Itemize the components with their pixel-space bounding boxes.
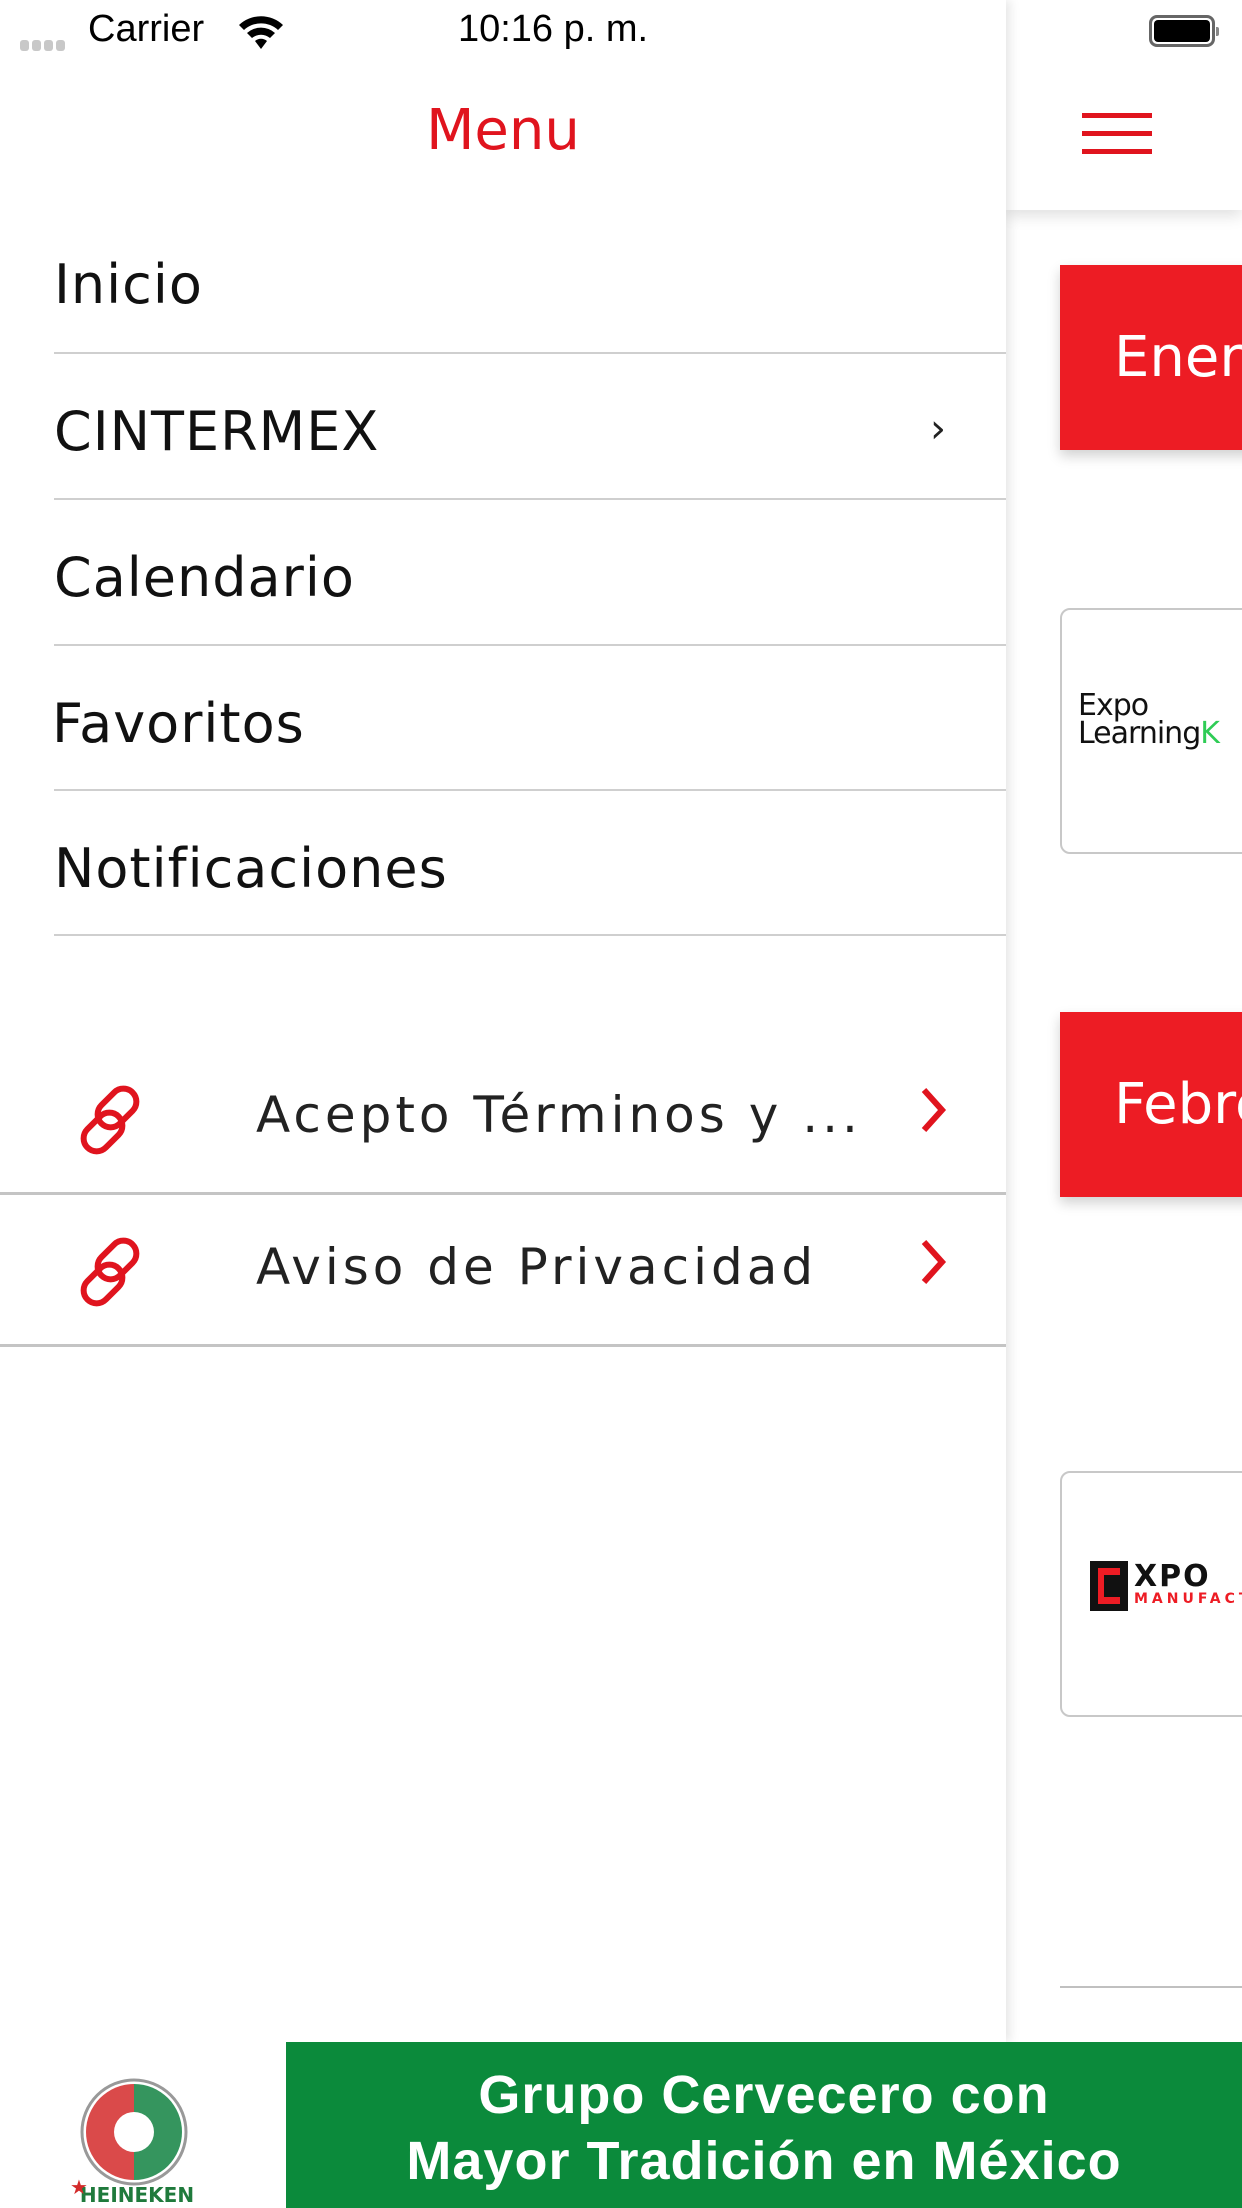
ad-banner: HEINEKEN ★ Grupo Cervecero con Mayor Tra… [0, 2042, 1242, 2208]
svg-text:★: ★ [70, 2175, 88, 2199]
clock: 10:16 p. m. [457, 8, 649, 50]
menu-item-inicio[interactable]: Inicio [54, 207, 1006, 353]
link-terms[interactable]: Acepto Términos y ... [0, 1042, 1006, 1192]
svg-text:HEINEKEN: HEINEKEN [80, 2183, 194, 2207]
hamburger-menu-button[interactable] [1082, 113, 1152, 155]
month-header-febrero: Febrero [1060, 1012, 1242, 1197]
divider [54, 934, 1006, 936]
menu-item-cintermex[interactable]: CINTERMEX › [54, 354, 1006, 500]
event-card-expo-manufactura[interactable]: XPO MANUFACTURA [1060, 1471, 1242, 1717]
hamburger-icon [1082, 113, 1152, 118]
chevron-right-icon [921, 1239, 947, 1285]
event-logo: XPO MANUFACTURA [1090, 1559, 1242, 1613]
event-card-expo-learning[interactable]: Expo LearningK [1060, 608, 1242, 854]
menu-item-calendario[interactable]: Calendario [54, 500, 1006, 646]
status-bar: Carrier 10:16 p. m. [0, 0, 1242, 62]
side-drawer: Menu Inicio CINTERMEX › Calendario Favor… [0, 0, 1006, 2042]
chevron-right-icon [921, 1087, 947, 1133]
menu-item-favoritos[interactable]: Favoritos [52, 646, 1006, 792]
link-icon [80, 1237, 140, 1307]
event-logo: Expo LearningK [1078, 688, 1220, 751]
month-header-enero: Enero [1060, 265, 1242, 450]
heineken-logo: HEINEKEN ★ [70, 2078, 194, 2207]
link-privacy[interactable]: Aviso de Privacidad [0, 1194, 1006, 1344]
divider [0, 1344, 1006, 1347]
menu-item-notificaciones[interactable]: Notificaciones [54, 791, 1006, 937]
ad-grupo-cervecero[interactable]: Grupo Cervecero con Mayor Tradición en M… [286, 2042, 1242, 2208]
divider [1060, 1986, 1242, 1988]
events-screen: Enero Expo LearningK Febrero XPO MANUFAC… [1006, 0, 1242, 2042]
drawer-title: Menu [426, 98, 580, 163]
link-icon [80, 1085, 140, 1155]
chevron-right-icon: › [930, 406, 946, 452]
